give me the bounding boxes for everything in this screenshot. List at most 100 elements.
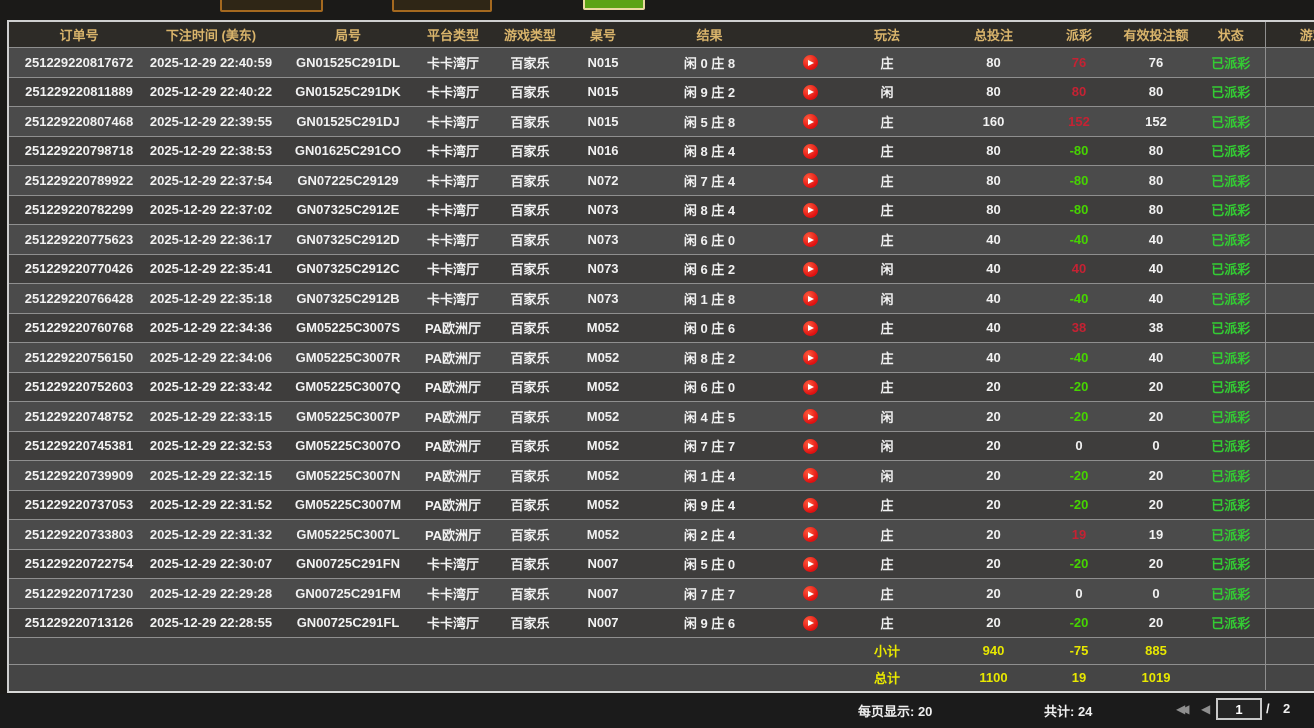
cell-payout: 0 (1043, 431, 1115, 461)
play-video-icon[interactable] (803, 409, 818, 424)
play-video-icon[interactable] (803, 380, 818, 395)
cell-payout: 0 (1043, 579, 1115, 609)
cell-valid-bet: 40 (1115, 284, 1197, 314)
cell-platform: PA欧洲厅 (423, 431, 483, 461)
play-video-icon[interactable] (803, 232, 818, 247)
play-video-icon[interactable] (803, 350, 818, 365)
cell-total-bet: 20 (944, 402, 1043, 432)
cell-table-no: M052 (577, 313, 629, 343)
cell-result: 闲 6 庄 2 (629, 254, 790, 284)
cell-bet-time: 2025-12-29 22:32:15 (149, 461, 273, 491)
cell-valid-bet: 80 (1115, 77, 1197, 107)
cell-payout: 152 (1043, 107, 1115, 137)
cell-game-cut (1265, 520, 1314, 550)
cell-platform: 卡卡湾厅 (423, 579, 483, 609)
play-video-icon[interactable] (803, 616, 818, 631)
play-video-icon[interactable] (803, 468, 818, 483)
cell-platform: 卡卡湾厅 (423, 225, 483, 255)
cell-game-cut (1265, 549, 1314, 579)
table-row: 2512292208118892025-12-29 22:40:22GN0152… (9, 77, 1314, 107)
cell-status: 已派彩 (1197, 490, 1265, 520)
play-triangle (808, 296, 814, 302)
cell-round-id: GN01525C291DJ (273, 107, 423, 137)
play-video-icon[interactable] (803, 262, 818, 277)
cell-total-bet: 20 (944, 549, 1043, 579)
cell-total-bet: 20 (944, 579, 1043, 609)
cell-game-cut (1265, 490, 1314, 520)
play-video-icon[interactable] (803, 498, 818, 513)
top-tab-button-active[interactable] (583, 0, 645, 10)
col-header-game_cut: 游戏 (1265, 22, 1314, 48)
subtotal-label: 小计 (830, 638, 944, 665)
play-triangle (808, 178, 814, 184)
empty-cell (1265, 664, 1314, 690)
cell-bet-time: 2025-12-29 22:30:07 (149, 549, 273, 579)
prev-page-icon[interactable]: ◀ (1201, 702, 1210, 716)
empty-cell (273, 638, 423, 665)
cell-valid-bet: 40 (1115, 225, 1197, 255)
empty-cell (577, 638, 629, 665)
play-video-icon[interactable] (803, 203, 818, 218)
cell-result: 闲 6 庄 0 (629, 372, 790, 402)
play-cell (790, 579, 830, 609)
table-row: 2512292208074682025-12-29 22:39:55GN0152… (9, 107, 1314, 137)
play-video-icon[interactable] (803, 291, 818, 306)
cell-round-id: GN07325C2912E (273, 195, 423, 225)
play-video-icon[interactable] (803, 527, 818, 542)
top-tab-button-2[interactable] (392, 0, 492, 12)
cell-valid-bet: 20 (1115, 372, 1197, 402)
cell-result: 闲 0 庄 8 (629, 48, 790, 78)
cell-game-cut (1265, 579, 1314, 609)
play-video-icon[interactable] (803, 439, 818, 454)
play-triangle (808, 60, 814, 66)
cell-result: 闲 7 庄 7 (629, 431, 790, 461)
cell-game-cut (1265, 461, 1314, 491)
top-tab-button-1[interactable] (220, 0, 323, 12)
play-video-icon[interactable] (803, 114, 818, 129)
cell-total-bet: 20 (944, 431, 1043, 461)
per-page-label: 每页显示: 20 (858, 701, 932, 720)
play-cell (790, 284, 830, 314)
cell-valid-bet: 19 (1115, 520, 1197, 550)
cell-valid-bet: 0 (1115, 579, 1197, 609)
play-video-icon[interactable] (803, 55, 818, 70)
cell-status: 已派彩 (1197, 77, 1265, 107)
play-cell (790, 48, 830, 78)
cell-total-bet: 40 (944, 225, 1043, 255)
play-cell (790, 549, 830, 579)
cell-total-bet: 80 (944, 136, 1043, 166)
cell-status: 已派彩 (1197, 48, 1265, 78)
cell-game-type: 百家乐 (483, 107, 577, 137)
cell-game-cut (1265, 343, 1314, 373)
play-video-icon[interactable] (803, 173, 818, 188)
cell-bet-time: 2025-12-29 22:38:53 (149, 136, 273, 166)
cell-bet-time: 2025-12-29 22:37:02 (149, 195, 273, 225)
play-video-icon[interactable] (803, 586, 818, 601)
table-row: 2512292207756232025-12-29 22:36:17GN0732… (9, 225, 1314, 255)
play-video-icon[interactable] (803, 144, 818, 159)
cell-bet-time: 2025-12-29 22:32:53 (149, 431, 273, 461)
cell-valid-bet: 40 (1115, 254, 1197, 284)
cell-table-no: N007 (577, 608, 629, 638)
cell-round-id: GM05225C3007L (273, 520, 423, 550)
first-page-icon[interactable]: ◀◀ (1176, 702, 1184, 716)
play-video-icon[interactable] (803, 85, 818, 100)
empty-cell (9, 638, 149, 665)
play-cell (790, 225, 830, 255)
page-number-input[interactable] (1216, 698, 1262, 720)
cell-total-bet: 40 (944, 343, 1043, 373)
table-row: 2512292207227542025-12-29 22:30:07GN0072… (9, 549, 1314, 579)
play-video-icon[interactable] (803, 321, 818, 336)
play-video-icon[interactable] (803, 557, 818, 572)
cell-order-id: 251229220760768 (9, 313, 149, 343)
cell-table-no: N073 (577, 195, 629, 225)
cell-result: 闲 5 庄 8 (629, 107, 790, 137)
cell-game-cut (1265, 48, 1314, 78)
cell-status: 已派彩 (1197, 402, 1265, 432)
cell-platform: PA欧洲厅 (423, 461, 483, 491)
play-cell (790, 343, 830, 373)
play-cell (790, 520, 830, 550)
cell-status: 已派彩 (1197, 520, 1265, 550)
cell-bet-side: 庄 (830, 225, 944, 255)
subtotal-row: 小计940-75885 (9, 638, 1314, 665)
